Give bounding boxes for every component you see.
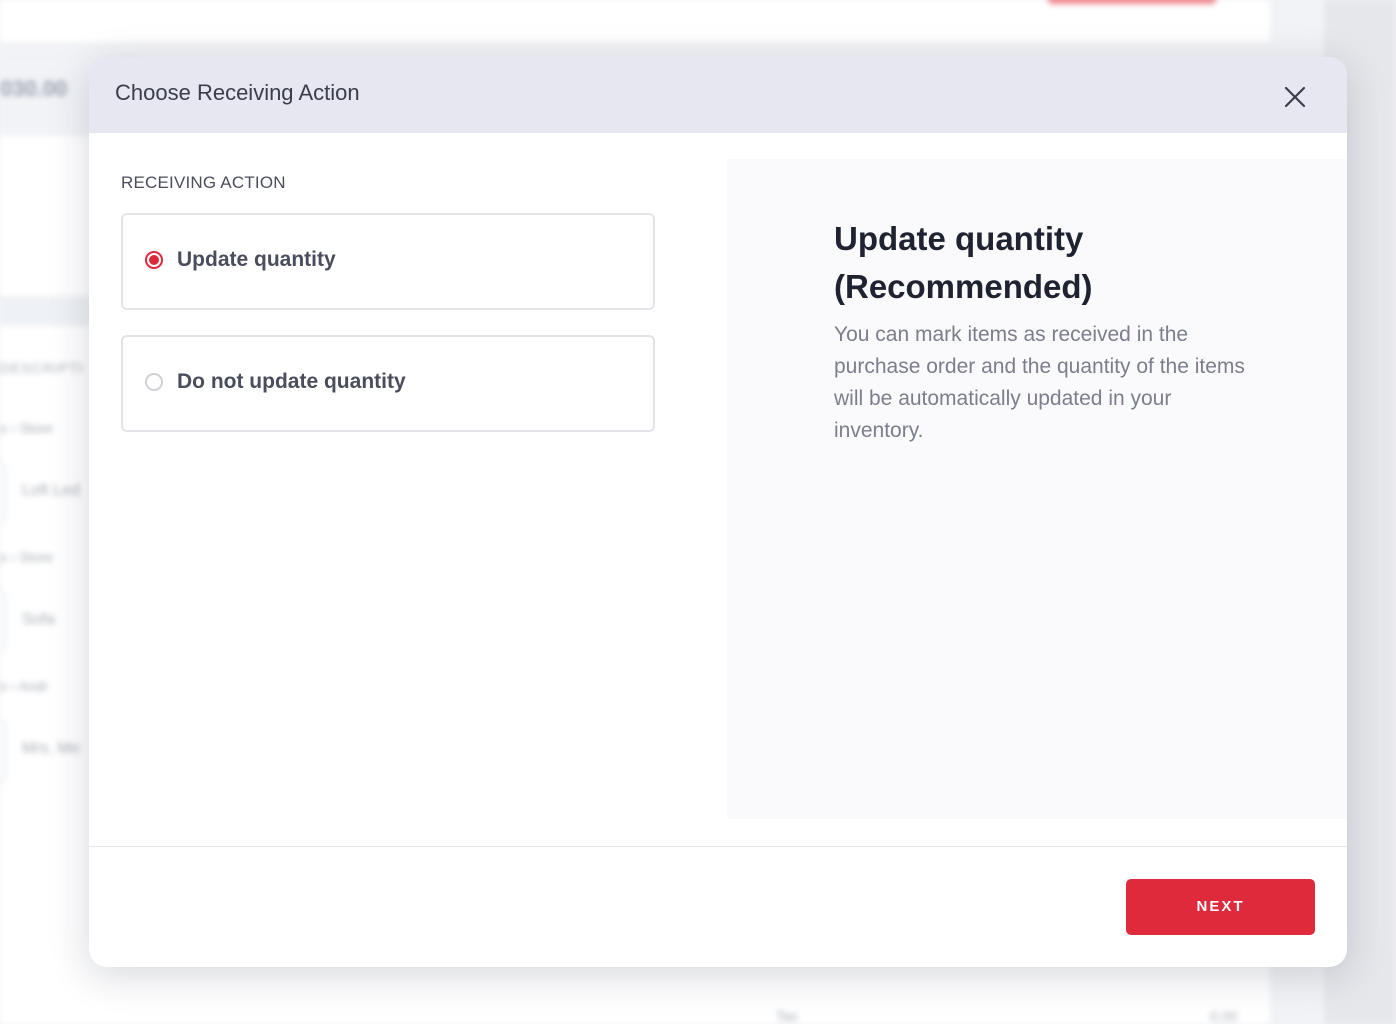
info-description: You can mark items as received in the pu… bbox=[834, 323, 1245, 442]
modal-title: Choose Receiving Action bbox=[115, 80, 360, 105]
background-row-box bbox=[0, 720, 6, 782]
radio-do-not-update-quantity[interactable] bbox=[145, 373, 163, 391]
background-row-breadcrumb: s › Andr bbox=[0, 678, 49, 694]
background-row-name: Mrs. Me bbox=[22, 740, 80, 757]
background-row-name: Sofa bbox=[22, 611, 55, 628]
background-footer-value: 0.00 bbox=[1210, 1008, 1238, 1024]
close-button[interactable] bbox=[1279, 81, 1311, 113]
info-panel: Update quantity (Recommended) You can ma… bbox=[727, 159, 1347, 819]
background-action-button bbox=[1048, 0, 1216, 4]
option-update-quantity[interactable]: Update quantity bbox=[121, 213, 655, 310]
option-label: Update quantity bbox=[177, 248, 336, 271]
background-row-box bbox=[0, 590, 6, 652]
background-row-box bbox=[0, 462, 6, 524]
background-row-breadcrumb: s › Store bbox=[0, 549, 53, 565]
background-top-card bbox=[0, 0, 1270, 42]
footer-divider bbox=[89, 846, 1347, 847]
info-title: Update quantity (Recommended) bbox=[834, 220, 1093, 305]
background-column-header: DESCRIPTI bbox=[0, 360, 84, 376]
close-icon bbox=[1284, 86, 1306, 108]
modal-header: Choose Receiving Action bbox=[89, 57, 1347, 133]
option-do-not-update-quantity[interactable]: Do not update quantity bbox=[121, 335, 655, 432]
background-row-breadcrumb: s › Store bbox=[0, 420, 53, 436]
radio-update-quantity[interactable] bbox=[145, 251, 163, 269]
background-total-amount: 030.00 bbox=[0, 76, 68, 101]
option-label: Do not update quantity bbox=[177, 370, 406, 393]
background-footer-label: Tax bbox=[776, 1008, 798, 1024]
next-button[interactable]: NEXT bbox=[1126, 879, 1315, 935]
section-label: RECEIVING ACTION bbox=[121, 173, 286, 192]
background-row-name: Loft Led bbox=[22, 482, 80, 499]
receiving-action-modal: Choose Receiving Action RECEIVING ACTION… bbox=[89, 57, 1347, 967]
